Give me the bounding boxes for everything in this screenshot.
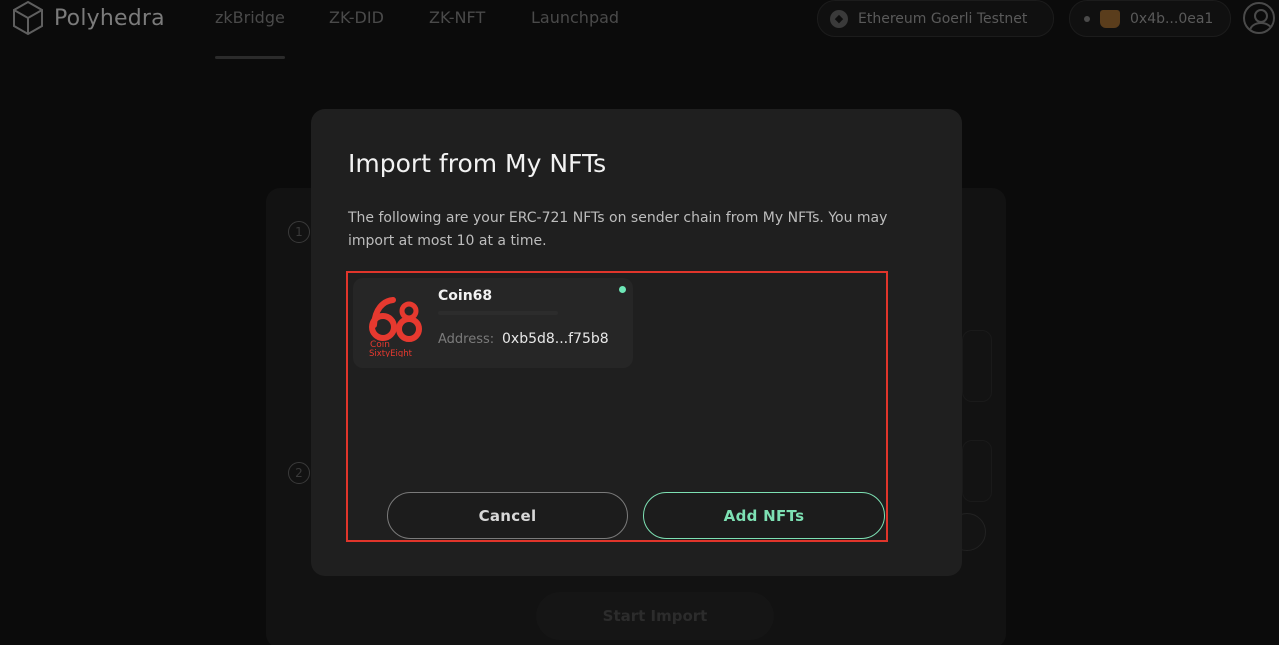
network-selector[interactable]: ◆ Ethereum Goerli Testnet [817,0,1054,37]
cancel-button[interactable]: Cancel [387,492,628,539]
nft-subtitle-placeholder [438,311,558,315]
wallet-status-dot [1084,15,1090,22]
step-1-indicator: 1 [288,221,310,243]
add-nfts-button[interactable]: Add NFTs [643,492,885,539]
nft-name: Coin68 [438,288,493,304]
modal-title: Import from My NFTs [348,149,607,178]
nav-link-zk-did[interactable]: ZK-DID [329,8,384,27]
polyhedra-logo-icon [13,0,43,36]
active-tab-underline [215,56,285,59]
nav-link-zkbridge[interactable]: zkBridge [215,8,285,27]
wallet-address: 0x4b...0ea1 [1130,10,1214,27]
modal-description: The following are your ERC-721 NFTs on s… [348,210,888,249]
nft-address-label: Address: [438,332,495,347]
nft-card[interactable]: Coin SixtyEight Coin68 Address: 0xb5d8..… [353,278,633,368]
wallet-button[interactable]: 0x4b...0ea1 [1069,0,1231,37]
start-import-button[interactable]: Start Import [536,592,774,640]
user-avatar-icon[interactable] [1243,2,1275,34]
metamask-fox-icon [1100,9,1120,28]
import-nfts-modal: Import from My NFTs The following are yo… [311,109,962,576]
background-field [962,440,992,502]
background-field [962,330,992,402]
ethereum-icon: ◆ [830,9,848,28]
brand-name: Polyhedra [54,5,165,31]
coin68-logo-icon: Coin SixtyEight [369,297,422,357]
nav-link-zk-nft[interactable]: ZK-NFT [429,8,485,27]
svg-text:SixtyEight: SixtyEight [369,349,413,357]
network-name: Ethereum Goerli Testnet [858,10,1028,27]
nft-selected-indicator [619,286,626,293]
step-2-indicator: 2 [288,462,310,484]
brand-logo[interactable]: Polyhedra [10,0,165,36]
nft-address: 0xb5d8...f75b8 [502,331,609,347]
nav-link-launchpad[interactable]: Launchpad [531,8,619,27]
top-nav: Polyhedra zkBridge ZK-DID ZK-NFT Launchp… [0,0,1279,40]
